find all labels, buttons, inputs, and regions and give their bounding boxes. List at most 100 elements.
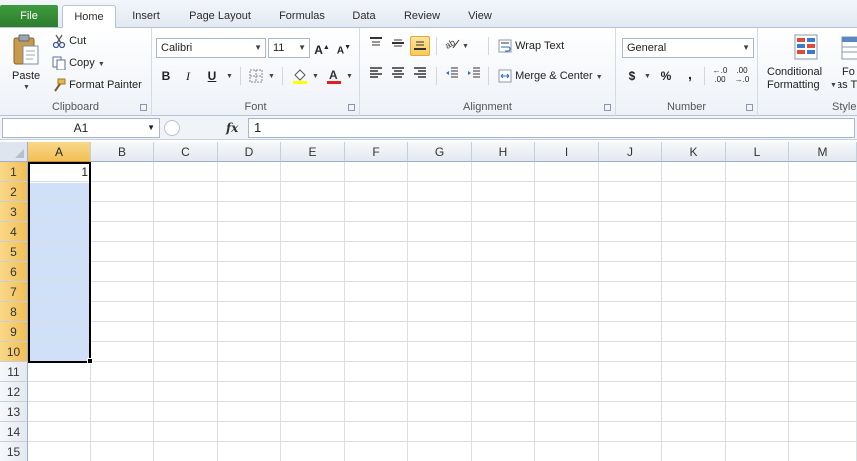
name-box[interactable]: A1 ▼ xyxy=(2,118,160,138)
column-header-g[interactable]: G xyxy=(408,142,472,162)
align-right-button[interactable] xyxy=(410,66,430,86)
copy-dropdown-icon[interactable]: ▼ xyxy=(98,61,105,68)
column-header-b[interactable]: B xyxy=(91,142,154,162)
gridline xyxy=(598,162,599,461)
grow-font-button[interactable]: A▲ xyxy=(312,38,332,58)
format-painter-button[interactable]: Format Painter xyxy=(52,78,142,94)
separator xyxy=(282,67,283,85)
decrease-indent-button[interactable] xyxy=(442,66,462,86)
alignment-launcher-icon[interactable] xyxy=(604,104,611,111)
column-header-a[interactable]: A xyxy=(28,142,91,162)
borders-button[interactable] xyxy=(246,66,266,86)
fill-color-dropdown-icon[interactable]: ▼ xyxy=(312,73,319,80)
column-header-j[interactable]: J xyxy=(599,142,662,162)
fill-handle[interactable] xyxy=(87,358,93,364)
increase-decimal-button[interactable]: ←.0.00 xyxy=(710,66,730,86)
tab-view[interactable]: View xyxy=(460,5,500,28)
select-all-button[interactable] xyxy=(0,142,28,162)
increase-indent-button[interactable] xyxy=(464,66,484,86)
decrease-decimal-button[interactable]: .00 →.0 xyxy=(732,66,752,86)
styles-group: Conditional Formatting ▼ Fo as T Style xyxy=(758,28,857,116)
font-launcher-icon[interactable] xyxy=(348,104,355,111)
column-header-l[interactable]: L xyxy=(726,142,789,162)
currency-dropdown-icon[interactable]: ▼ xyxy=(644,73,651,80)
borders-dropdown-icon[interactable]: ▼ xyxy=(268,73,275,80)
row-header-5[interactable]: 5 xyxy=(0,242,28,262)
row-header-8[interactable]: 8 xyxy=(0,302,28,322)
paste-dropdown-icon[interactable]: ▼ xyxy=(23,84,30,91)
row-header-13[interactable]: 13 xyxy=(0,402,28,422)
tab-home[interactable]: Home xyxy=(62,5,116,29)
tab-file[interactable]: File xyxy=(0,5,58,27)
font-size-combo[interactable]: 11 ▼ xyxy=(268,38,310,58)
row-header-7[interactable]: 7 xyxy=(0,282,28,302)
column-header-c[interactable]: C xyxy=(154,142,218,162)
currency-button[interactable]: $ xyxy=(622,66,642,86)
column-header-i[interactable]: I xyxy=(535,142,599,162)
merge-dropdown-icon[interactable]: ▼ xyxy=(596,74,603,81)
formula-bar-expand-icon[interactable] xyxy=(164,120,180,136)
tab-data[interactable]: Data xyxy=(344,5,384,28)
italic-button[interactable]: I xyxy=(178,66,198,86)
paste-button[interactable]: Paste ▼ xyxy=(6,32,46,94)
conditional-formatting-dropdown-icon[interactable]: ▼ xyxy=(830,82,837,89)
font-name-value: Calibri xyxy=(161,42,193,54)
increase-decimal-icon: ←.0.00 xyxy=(712,66,728,84)
insert-function-button[interactable]: fx xyxy=(226,118,238,138)
bold-button[interactable]: B xyxy=(156,66,176,86)
row-header-6[interactable]: 6 xyxy=(0,262,28,282)
worksheet-grid[interactable]: A B C D E F G H I J K L M 1 2 3 4 5 6 7 8 9 10 11 12 13 14 15 1 xyxy=(0,142,857,461)
middle-align-button[interactable] xyxy=(388,36,408,56)
orientation-dropdown-icon[interactable]: ▼ xyxy=(462,43,469,50)
cut-button[interactable]: Cut xyxy=(52,34,86,50)
column-header-m[interactable]: M xyxy=(789,142,857,162)
underline-button[interactable]: U xyxy=(202,66,222,86)
row-header-12[interactable]: 12 xyxy=(0,382,28,402)
row-header-9[interactable]: 9 xyxy=(0,322,28,342)
font-color-button[interactable]: A xyxy=(324,66,344,86)
number-format-combo[interactable]: General ▼ xyxy=(622,38,754,58)
format-as-table-button[interactable]: Fo as T xyxy=(838,32,857,94)
gridline xyxy=(28,441,857,442)
row-header-15[interactable]: 15 xyxy=(0,442,28,461)
bottom-align-button[interactable] xyxy=(410,36,430,56)
align-center-button[interactable] xyxy=(388,66,408,86)
tab-page-layout[interactable]: Page Layout xyxy=(180,5,260,28)
row-header-3[interactable]: 3 xyxy=(0,202,28,222)
gridline xyxy=(28,281,857,282)
row-header-10[interactable]: 10 xyxy=(0,342,28,362)
top-align-button[interactable] xyxy=(366,36,386,56)
chevron-down-icon[interactable]: ▼ xyxy=(147,119,155,137)
number-launcher-icon[interactable] xyxy=(746,104,753,111)
row-header-2[interactable]: 2 xyxy=(0,182,28,202)
column-header-f[interactable]: F xyxy=(345,142,408,162)
format-painter-label: Format Painter xyxy=(69,78,142,91)
fill-color-button[interactable] xyxy=(290,66,310,86)
tab-insert[interactable]: Insert xyxy=(122,5,170,28)
row-header-14[interactable]: 14 xyxy=(0,422,28,442)
merge-center-button[interactable]: Merge & Center ▼ xyxy=(498,69,603,83)
column-header-h[interactable]: H xyxy=(472,142,535,162)
conditional-formatting-button[interactable]: Conditional Formatting ▼ xyxy=(764,32,837,94)
orientation-button[interactable]: ab xyxy=(442,36,462,56)
tab-review[interactable]: Review xyxy=(394,5,450,28)
column-header-e[interactable]: E xyxy=(281,142,345,162)
comma-button[interactable]: , xyxy=(680,64,700,84)
row-header-1[interactable]: 1 xyxy=(0,162,28,182)
font-name-combo[interactable]: Calibri ▼ xyxy=(156,38,266,58)
tab-formulas[interactable]: Formulas xyxy=(270,5,334,28)
clipboard-launcher-icon[interactable] xyxy=(140,104,147,111)
column-header-d[interactable]: D xyxy=(218,142,281,162)
shrink-font-button[interactable]: A▼ xyxy=(334,38,354,58)
row-header-11[interactable]: 11 xyxy=(0,362,28,382)
percent-button[interactable]: % xyxy=(656,66,676,86)
column-header-k[interactable]: K xyxy=(662,142,726,162)
formula-input[interactable]: 1 xyxy=(248,118,855,138)
wrap-text-button[interactable]: Wrap Text xyxy=(498,39,564,53)
gridline xyxy=(725,162,726,461)
underline-dropdown-icon[interactable]: ▼ xyxy=(226,73,233,80)
row-header-4[interactable]: 4 xyxy=(0,222,28,242)
align-left-button[interactable] xyxy=(366,66,386,86)
copy-button[interactable]: Copy ▼ xyxy=(52,56,105,72)
font-color-dropdown-icon[interactable]: ▼ xyxy=(346,73,353,80)
